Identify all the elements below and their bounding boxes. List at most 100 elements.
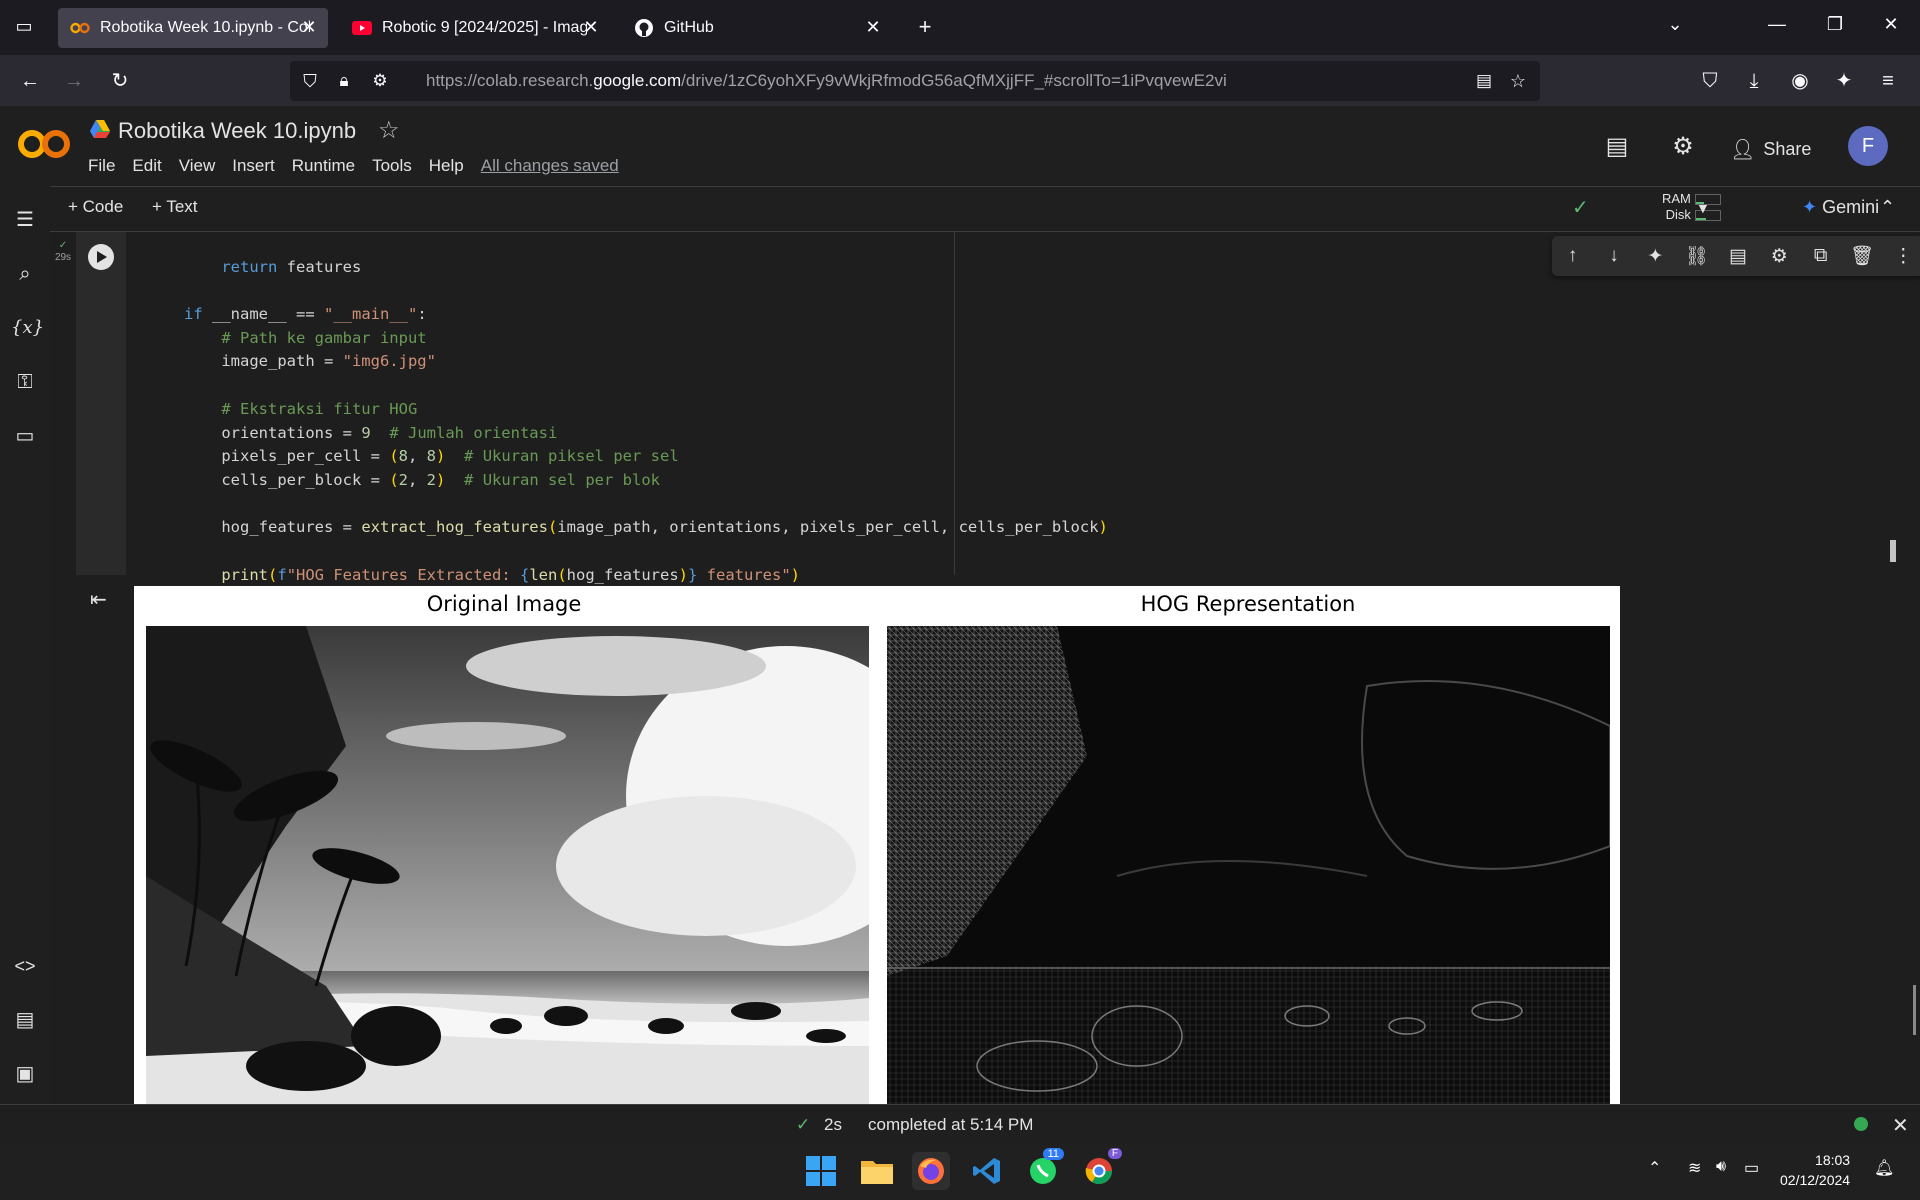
notebook-content: ✓ 29s return features if __name__ == "__m… bbox=[50, 232, 1920, 1104]
runtime-dropdown-icon[interactable]: ▼ bbox=[1696, 200, 1710, 216]
tab-github[interactable]: GitHub ✕ bbox=[622, 8, 892, 48]
status-duration: 2s bbox=[824, 1115, 842, 1134]
notebook-title[interactable]: Robotika Week 10.ipynb bbox=[118, 118, 356, 144]
restore-icon[interactable]: ❐ bbox=[1820, 14, 1850, 40]
menu-runtime[interactable]: Runtime bbox=[292, 156, 355, 176]
gemini-button[interactable]: ✦ Gemini bbox=[1802, 197, 1879, 218]
battery-icon[interactable]: ▭ bbox=[1744, 1158, 1759, 1178]
move-down-icon[interactable]: ↓ bbox=[1601, 245, 1627, 267]
reader-view-icon[interactable]: ▤ bbox=[1470, 67, 1498, 95]
output-gutter bbox=[76, 575, 126, 1104]
close-tab-icon[interactable]: ✕ bbox=[862, 16, 884, 38]
comments-icon[interactable]: ▤ bbox=[1600, 132, 1634, 166]
system-clock[interactable]: 18:03 02/12/2024 bbox=[1780, 1150, 1850, 1190]
clock-date: 02/12/2024 bbox=[1780, 1172, 1851, 1188]
close-tab-icon[interactable]: ✕ bbox=[580, 16, 602, 38]
shield-icon[interactable]: ⛉ bbox=[296, 67, 324, 95]
lock-icon[interactable]: 🔒︎ bbox=[330, 67, 358, 95]
connection-status-dot[interactable] bbox=[1854, 1117, 1868, 1131]
page-scrollbar[interactable] bbox=[1913, 985, 1916, 1035]
chevron-down-icon[interactable]: ⌄ bbox=[1660, 14, 1690, 40]
add-text-button[interactable]: + Text bbox=[152, 197, 198, 217]
download-icon[interactable]: ⤓ bbox=[1740, 67, 1768, 95]
gemini-sparkle-icon[interactable]: ✦ bbox=[1642, 245, 1668, 268]
secrets-key-icon[interactable]: ⚿ bbox=[11, 368, 39, 396]
menu-tools[interactable]: Tools bbox=[372, 156, 412, 176]
chrome-icon[interactable]: F bbox=[1080, 1148, 1122, 1190]
hog-image-title: HOG Representation bbox=[1140, 592, 1356, 616]
avatar[interactable]: F bbox=[1848, 126, 1888, 166]
editor-scrollbar[interactable] bbox=[1890, 540, 1896, 562]
notifications-bell-icon[interactable]: 🔔︎ bbox=[1874, 1158, 1894, 1178]
permissions-icon[interactable]: ⚙ bbox=[366, 67, 394, 95]
code-line: image_path = "img6.jpg" bbox=[184, 352, 436, 371]
table-of-contents-icon[interactable]: ☰ bbox=[11, 206, 39, 234]
menu-help[interactable]: Help bbox=[429, 156, 464, 176]
url-text[interactable]: https://colab.research.google.com/drive/… bbox=[426, 71, 1227, 91]
run-cell-button[interactable] bbox=[88, 244, 114, 270]
menu-view[interactable]: View bbox=[179, 156, 216, 176]
volume-icon[interactable]: 🔊︎ bbox=[1716, 1158, 1726, 1176]
files-folder-icon[interactable]: ▭ bbox=[11, 422, 39, 450]
resource-monitor[interactable]: RAM Disk bbox=[1662, 191, 1721, 223]
account-icon[interactable]: ◉ bbox=[1786, 67, 1814, 95]
tab-title: Robotic 9 [2024/2025] - Image bbox=[382, 19, 587, 36]
new-tab-icon[interactable]: + bbox=[910, 14, 940, 40]
delete-icon[interactable]: 🗑︎ bbox=[1849, 244, 1875, 268]
output-actions-icon[interactable]: ⇤ bbox=[90, 587, 107, 612]
code-line: pixels_per_cell = (8, 8) # Ukuran piksel… bbox=[184, 447, 679, 466]
file-explorer-icon[interactable] bbox=[858, 1152, 896, 1190]
code-line: print(f"HOG Features Extracted: {len(hog… bbox=[221, 565, 801, 584]
reload-icon[interactable]: ↻ bbox=[106, 67, 134, 95]
menu-edit[interactable]: Edit bbox=[132, 156, 161, 176]
menu-insert[interactable]: Insert bbox=[232, 156, 275, 176]
forward-icon[interactable]: → bbox=[60, 67, 88, 95]
save-status[interactable]: All changes saved bbox=[481, 156, 619, 176]
back-icon[interactable]: ← bbox=[16, 67, 44, 95]
colab-logo[interactable] bbox=[16, 124, 72, 164]
close-tab-icon[interactable]: ✕ bbox=[298, 16, 320, 38]
code-line: orientations = 9 # Jumlah orientasi bbox=[184, 423, 558, 442]
collapse-chevron-icon[interactable]: ⌃ bbox=[1880, 197, 1895, 218]
code-snippets-icon[interactable]: <> bbox=[11, 952, 39, 980]
cell-toolbar: ↑ ↓ ✦ ⛓ ▤ ⚙ ⧉ 🗑︎ ⋮ bbox=[1552, 236, 1920, 276]
cell-settings-icon[interactable]: ⚙ bbox=[1766, 245, 1792, 268]
star-icon[interactable]: ☆ bbox=[378, 116, 400, 145]
terminal-icon[interactable]: ▣ bbox=[11, 1060, 39, 1088]
tab-colab[interactable]: Robotika Week 10.ipynb - Colab ✕ bbox=[58, 8, 328, 48]
pocket-icon[interactable]: ⛉ bbox=[1696, 67, 1724, 95]
move-up-icon[interactable]: ↑ bbox=[1560, 245, 1586, 267]
wifi-icon[interactable]: ≋ bbox=[1688, 1158, 1701, 1178]
code-editor[interactable]: return features if __name__ == "__main__… bbox=[126, 232, 1920, 584]
mirror-cell-icon[interactable]: ⧉ bbox=[1808, 245, 1834, 267]
hog-image bbox=[887, 626, 1610, 1104]
windows-taskbar: 11 F ⌃ ≋ 🔊︎ ▭ 18:03 02/12/2024 🔔︎ bbox=[0, 1142, 1920, 1200]
hamburger-menu-icon[interactable]: ≡ bbox=[1874, 67, 1902, 95]
more-vert-icon[interactable]: ⋮ bbox=[1890, 245, 1916, 268]
comment-icon[interactable]: ▤ bbox=[1725, 245, 1751, 268]
whatsapp-icon[interactable]: 11 bbox=[1024, 1148, 1064, 1190]
minimize-icon[interactable]: — bbox=[1762, 14, 1792, 40]
settings-gear-icon[interactable]: ⚙ bbox=[1666, 132, 1700, 166]
tab-list-icon[interactable]: ▭ bbox=[10, 16, 38, 40]
variables-icon[interactable]: {x} bbox=[11, 314, 44, 342]
add-code-button[interactable]: + Code bbox=[68, 197, 123, 217]
drive-icon[interactable] bbox=[90, 120, 110, 140]
close-window-icon[interactable]: ✕ bbox=[1876, 14, 1906, 40]
windows-start-icon[interactable] bbox=[802, 1152, 840, 1190]
tab-youtube[interactable]: Robotic 9 [2024/2025] - Image ✕ bbox=[340, 8, 610, 48]
command-palette-icon[interactable]: ▤ bbox=[11, 1006, 39, 1034]
share-button[interactable]: 👤︎ Share bbox=[1730, 132, 1811, 166]
extensions-icon[interactable]: ✦ bbox=[1830, 67, 1858, 95]
tray-chevron-icon[interactable]: ⌃ bbox=[1648, 1158, 1661, 1178]
bookmark-star-icon[interactable]: ☆ bbox=[1504, 67, 1532, 95]
close-status-icon[interactable]: ✕ bbox=[1892, 1113, 1909, 1138]
exec-status: ✓ 29s bbox=[54, 240, 72, 263]
url-bar[interactable]: ⛉ 🔒︎ ⚙ https://colab.research.google.com… bbox=[290, 61, 1540, 101]
menu-file[interactable]: File bbox=[88, 156, 115, 176]
search-icon[interactable]: ⌕ bbox=[11, 260, 39, 288]
vscode-icon[interactable] bbox=[968, 1152, 1006, 1190]
firefox-icon[interactable] bbox=[912, 1152, 950, 1190]
link-icon[interactable]: ⛓ bbox=[1684, 244, 1710, 268]
